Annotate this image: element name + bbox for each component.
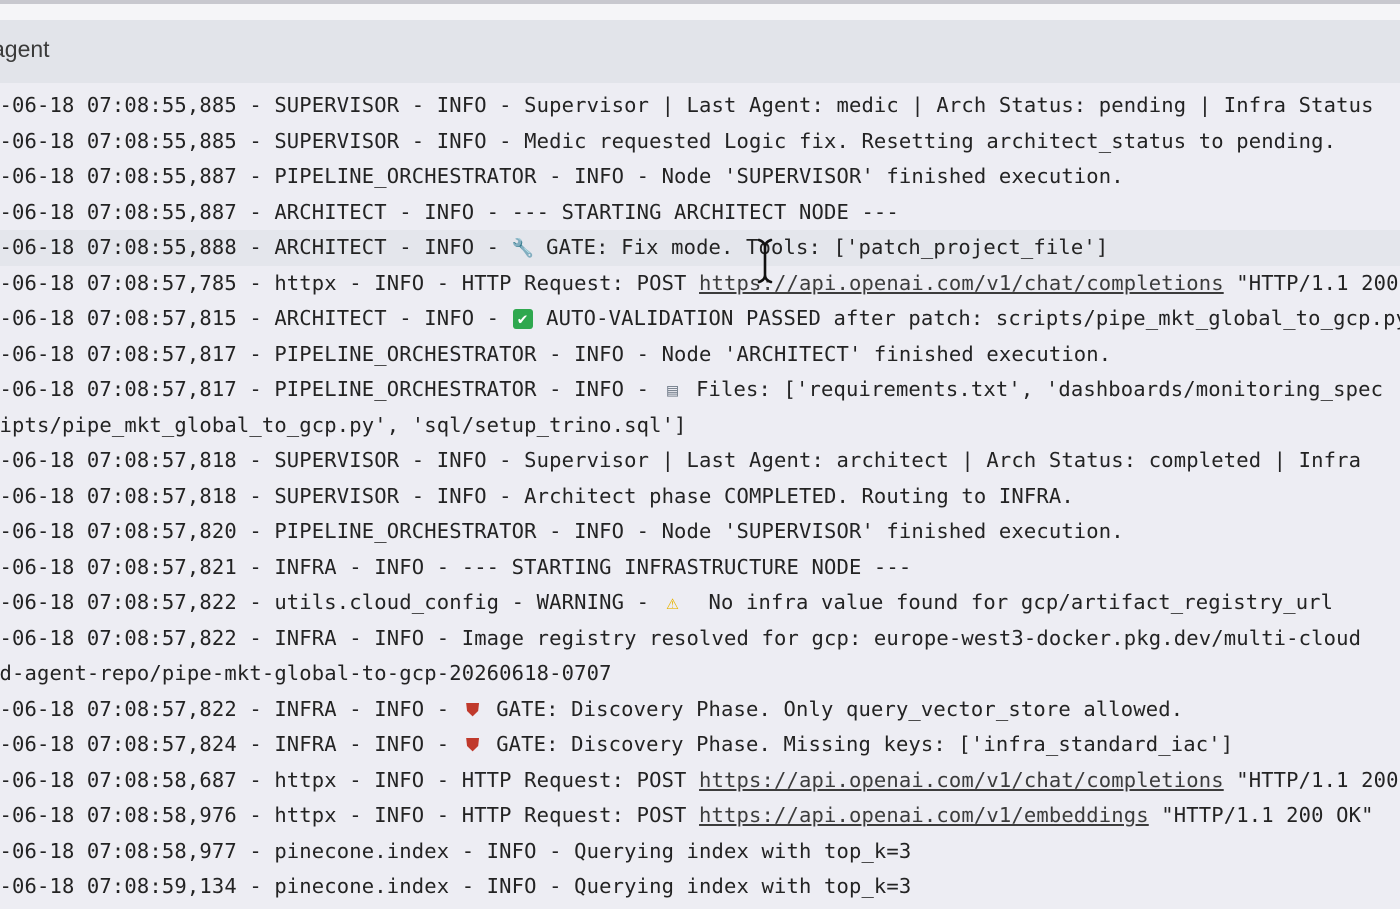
log-text: 6-06-18 07:08:55,887 - ARCHITECT - INFO …	[0, 199, 899, 224]
log-line-text: 6-06-18 07:08:57,821 - INFRA - INFO - --…	[0, 550, 911, 586]
log-line-text: 6-06-18 07:08:57,818 - SUPERVISOR - INFO…	[0, 443, 1361, 479]
log-line: 6-06-18 07:08:55,887 - PIPELINE_ORCHESTR…	[0, 159, 1400, 195]
log-prefix: 6-06-18 07:08:58,976 - httpx - INFO - HT…	[0, 803, 700, 827]
log-line: 6-06-18 07:08:57,821 - INFRA - INFO - --…	[0, 550, 1400, 586]
log-text: 6-06-18 07:08:57,820 - PIPELINE_ORCHESTR…	[0, 519, 1124, 543]
log-suffix: Files: ['requirements.txt', 'dashboards/…	[683, 377, 1384, 401]
log-line-text: 6-06-18 07:08:55,885 - SUPERVISOR - INFO…	[0, 88, 1374, 124]
log-text: 6-06-18 07:08:55,885 - SUPERVISOR - INFO…	[0, 128, 1337, 153]
shield-icon: ⛊	[465, 699, 480, 721]
log-line-text: 6-06-18 07:08:57,824 - INFRA - INFO - ⛊ …	[0, 727, 1233, 763]
log-line: ripts/pipe_mkt_global_to_gcp.py', 'sql/s…	[0, 408, 1400, 444]
log-suffix: "HTTP/1.1 200 OK"	[1148, 803, 1374, 827]
log-url-link[interactable]: https://api.openai.com/v1/chat/completio…	[699, 768, 1224, 792]
log-suffix: "HTTP/1.1 200 OK"	[1236, 767, 1399, 792]
log-prefix: 6-06-18 07:08:57,824 - INFRA - INFO -	[0, 732, 462, 756]
log-line: 6-06-18 07:08:57,822 - INFRA - INFO - Im…	[0, 621, 1400, 657]
log-text: 6-06-18 07:08:57,822 - INFRA - INFO - Im…	[0, 625, 1362, 650]
log-suffix: GATE: Fix mode. Tools: ['patch_project_f…	[533, 235, 1109, 259]
log-line-text: 6-06-18 07:08:57,785 - httpx - INFO - HT…	[0, 266, 1400, 302]
log-text: 6-06-18 07:08:55,885 - SUPERVISOR - INFO…	[0, 93, 1374, 117]
terminal-header: agent	[0, 20, 1400, 83]
log-line-text: 6-06-18 07:08:58,687 - httpx - INFO - HT…	[0, 763, 1400, 799]
log-text: 6-06-18 07:08:57,818 - SUPERVISOR - INFO…	[0, 483, 1074, 508]
log-line-text: 6-06-18 07:08:57,818 - SUPERVISOR - INFO…	[0, 479, 1074, 515]
log-line: 6-06-18 07:08:58,977 - pinecone.index - …	[0, 834, 1400, 870]
log-suffix: GATE: Discovery Phase. Missing keys: ['i…	[483, 732, 1234, 756]
wrench-icon: 🔧	[511, 238, 535, 259]
log-line: 6-06-18 07:08:57,818 - SUPERVISOR - INFO…	[0, 443, 1400, 479]
log-prefix: 6-06-18 07:08:57,822 - utils.cloud_confi…	[0, 590, 662, 614]
log-text: 6-06-18 07:08:55,887 - PIPELINE_ORCHESTR…	[0, 164, 1124, 188]
log-line: 6-06-18 07:08:59,134 - pinecone.index - …	[0, 869, 1400, 905]
log-line: 6-06-18 07:08:55,888 - ARCHITECT - INFO …	[0, 230, 1400, 266]
check-icon: ✔	[512, 309, 533, 329]
log-text: ud-agent-repo/pipe-mkt-global-to-gcp-202…	[0, 661, 612, 685]
text-cursor-icon	[757, 238, 773, 284]
log-line-text: 6-06-18 07:08:57,822 - utils.cloud_confi…	[0, 585, 1333, 621]
log-text: 6-06-18 07:08:59,134 - pinecone.index - …	[0, 874, 912, 898]
log-url-link[interactable]: https://api.openai.com/v1/embeddings	[699, 803, 1149, 827]
log-line: 6-06-18 07:08:55,887 - ARCHITECT - INFO …	[0, 195, 1400, 231]
log-line: 6-06-18 07:08:55,885 - SUPERVISOR - INFO…	[0, 124, 1400, 160]
log-line-text: ripts/pipe_mkt_global_to_gcp.py', 'sql/s…	[0, 408, 687, 444]
log-line-text: 6-06-18 07:08:55,888 - ARCHITECT - INFO …	[0, 230, 1108, 266]
log-text: ripts/pipe_mkt_global_to_gcp.py', 'sql/s…	[0, 412, 687, 437]
header-title: agent	[0, 36, 50, 62]
log-line-text: 6-06-18 07:08:57,822 - INFRA - INFO - ⛊ …	[0, 692, 1183, 728]
log-line: 6-06-18 07:08:57,817 - PIPELINE_ORCHESTR…	[0, 372, 1400, 408]
log-line-text: 6-06-18 07:08:55,887 - PIPELINE_ORCHESTR…	[0, 159, 1124, 195]
log-suffix: AUTO-VALIDATION PASSED after patch: scri…	[533, 306, 1400, 330]
log-line: 6-06-18 07:08:57,822 - utils.cloud_confi…	[0, 585, 1400, 621]
log-text: 6-06-18 07:08:57,818 - SUPERVISOR - INFO…	[0, 448, 1362, 472]
log-line-text: 6-06-18 07:08:58,977 - pinecone.index - …	[0, 834, 911, 870]
log-line: 6-06-18 07:08:58,687 - httpx - INFO - HT…	[0, 763, 1400, 799]
log-line-text: 6-06-18 07:08:55,887 - ARCHITECT - INFO …	[0, 195, 899, 231]
log-line-text: 6-06-18 07:08:57,815 - ARCHITECT - INFO …	[0, 301, 1400, 337]
log-suffix: "HTTP/1.1 200 OK"	[1236, 270, 1399, 295]
log-line: 6-06-18 07:08:57,815 - ARCHITECT - INFO …	[0, 301, 1400, 337]
log-line: 6-06-18 07:08:55,885 - SUPERVISOR - INFO…	[0, 88, 1400, 124]
log-line: 6-06-18 07:08:57,785 - httpx - INFO - HT…	[0, 266, 1400, 302]
log-text: 6-06-18 07:08:57,821 - INFRA - INFO - --…	[0, 554, 912, 579]
log-line: 6-06-18 07:08:57,818 - SUPERVISOR - INFO…	[0, 479, 1400, 515]
shield-icon: ⛊	[465, 735, 480, 756]
log-url-link[interactable]: https://api.openai.com/v1/chat/completio…	[699, 271, 1224, 295]
log-line-text: 6-06-18 07:08:57,822 - INFRA - INFO - Im…	[0, 621, 1361, 657]
log-prefix: 6-06-18 07:08:55,888 - ARCHITECT - INFO …	[0, 235, 512, 259]
log-prefix: 6-06-18 07:08:57,785 - httpx - INFO - HT…	[0, 270, 700, 295]
log-line: ud-agent-repo/pipe-mkt-global-to-gcp-202…	[0, 656, 1400, 692]
log-text: 6-06-18 07:08:57,817 - PIPELINE_ORCHESTR…	[0, 341, 1112, 366]
log-line-text: 6-06-18 07:08:55,885 - SUPERVISOR - INFO…	[0, 124, 1336, 160]
log-line-text: ud-agent-repo/pipe-mkt-global-to-gcp-202…	[0, 656, 612, 692]
log-output[interactable]: 6-06-18 07:08:55,885 - SUPERVISOR - INFO…	[0, 88, 1400, 909]
log-prefix: 6-06-18 07:08:57,822 - INFRA - INFO -	[0, 696, 462, 721]
log-text: 6-06-18 07:08:58,977 - pinecone.index - …	[0, 838, 912, 863]
log-line: 6-06-18 07:08:57,820 - PIPELINE_ORCHESTR…	[0, 514, 1400, 550]
log-line: 6-06-18 07:08:57,817 - PIPELINE_ORCHESTR…	[0, 337, 1400, 373]
log-prefix: 6-06-18 07:08:57,815 - ARCHITECT - INFO …	[0, 306, 512, 330]
log-prefix: 6-06-18 07:08:57,817 - PIPELINE_ORCHESTR…	[0, 377, 662, 401]
log-suffix: GATE: Discovery Phase. Only query_vector…	[483, 696, 1184, 721]
folder-icon: ▤	[667, 380, 679, 401]
log-line-text: 6-06-18 07:08:58,976 - httpx - INFO - HT…	[0, 798, 1374, 834]
log-line: 6-06-18 07:08:58,976 - httpx - INFO - HT…	[0, 798, 1400, 834]
log-line-text: 6-06-18 07:08:57,817 - PIPELINE_ORCHESTR…	[0, 372, 1383, 408]
window-top-edge	[0, 0, 1400, 20]
log-suffix: No infra value found for gcp/artifact_re…	[683, 590, 1334, 614]
log-line-text: 6-06-18 07:08:57,820 - PIPELINE_ORCHESTR…	[0, 514, 1124, 550]
log-line: 6-06-18 07:08:57,822 - INFRA - INFO - ⛊ …	[0, 692, 1400, 728]
log-line: 6-06-18 07:08:57,824 - INFRA - INFO - ⛊ …	[0, 727, 1400, 763]
log-line-text: 6-06-18 07:08:57,817 - PIPELINE_ORCHESTR…	[0, 337, 1111, 373]
warning-icon: ⚠	[666, 590, 679, 614]
log-prefix: 6-06-18 07:08:58,687 - httpx - INFO - HT…	[0, 767, 700, 792]
log-line-text: 6-06-18 07:08:59,134 - pinecone.index - …	[0, 869, 911, 905]
